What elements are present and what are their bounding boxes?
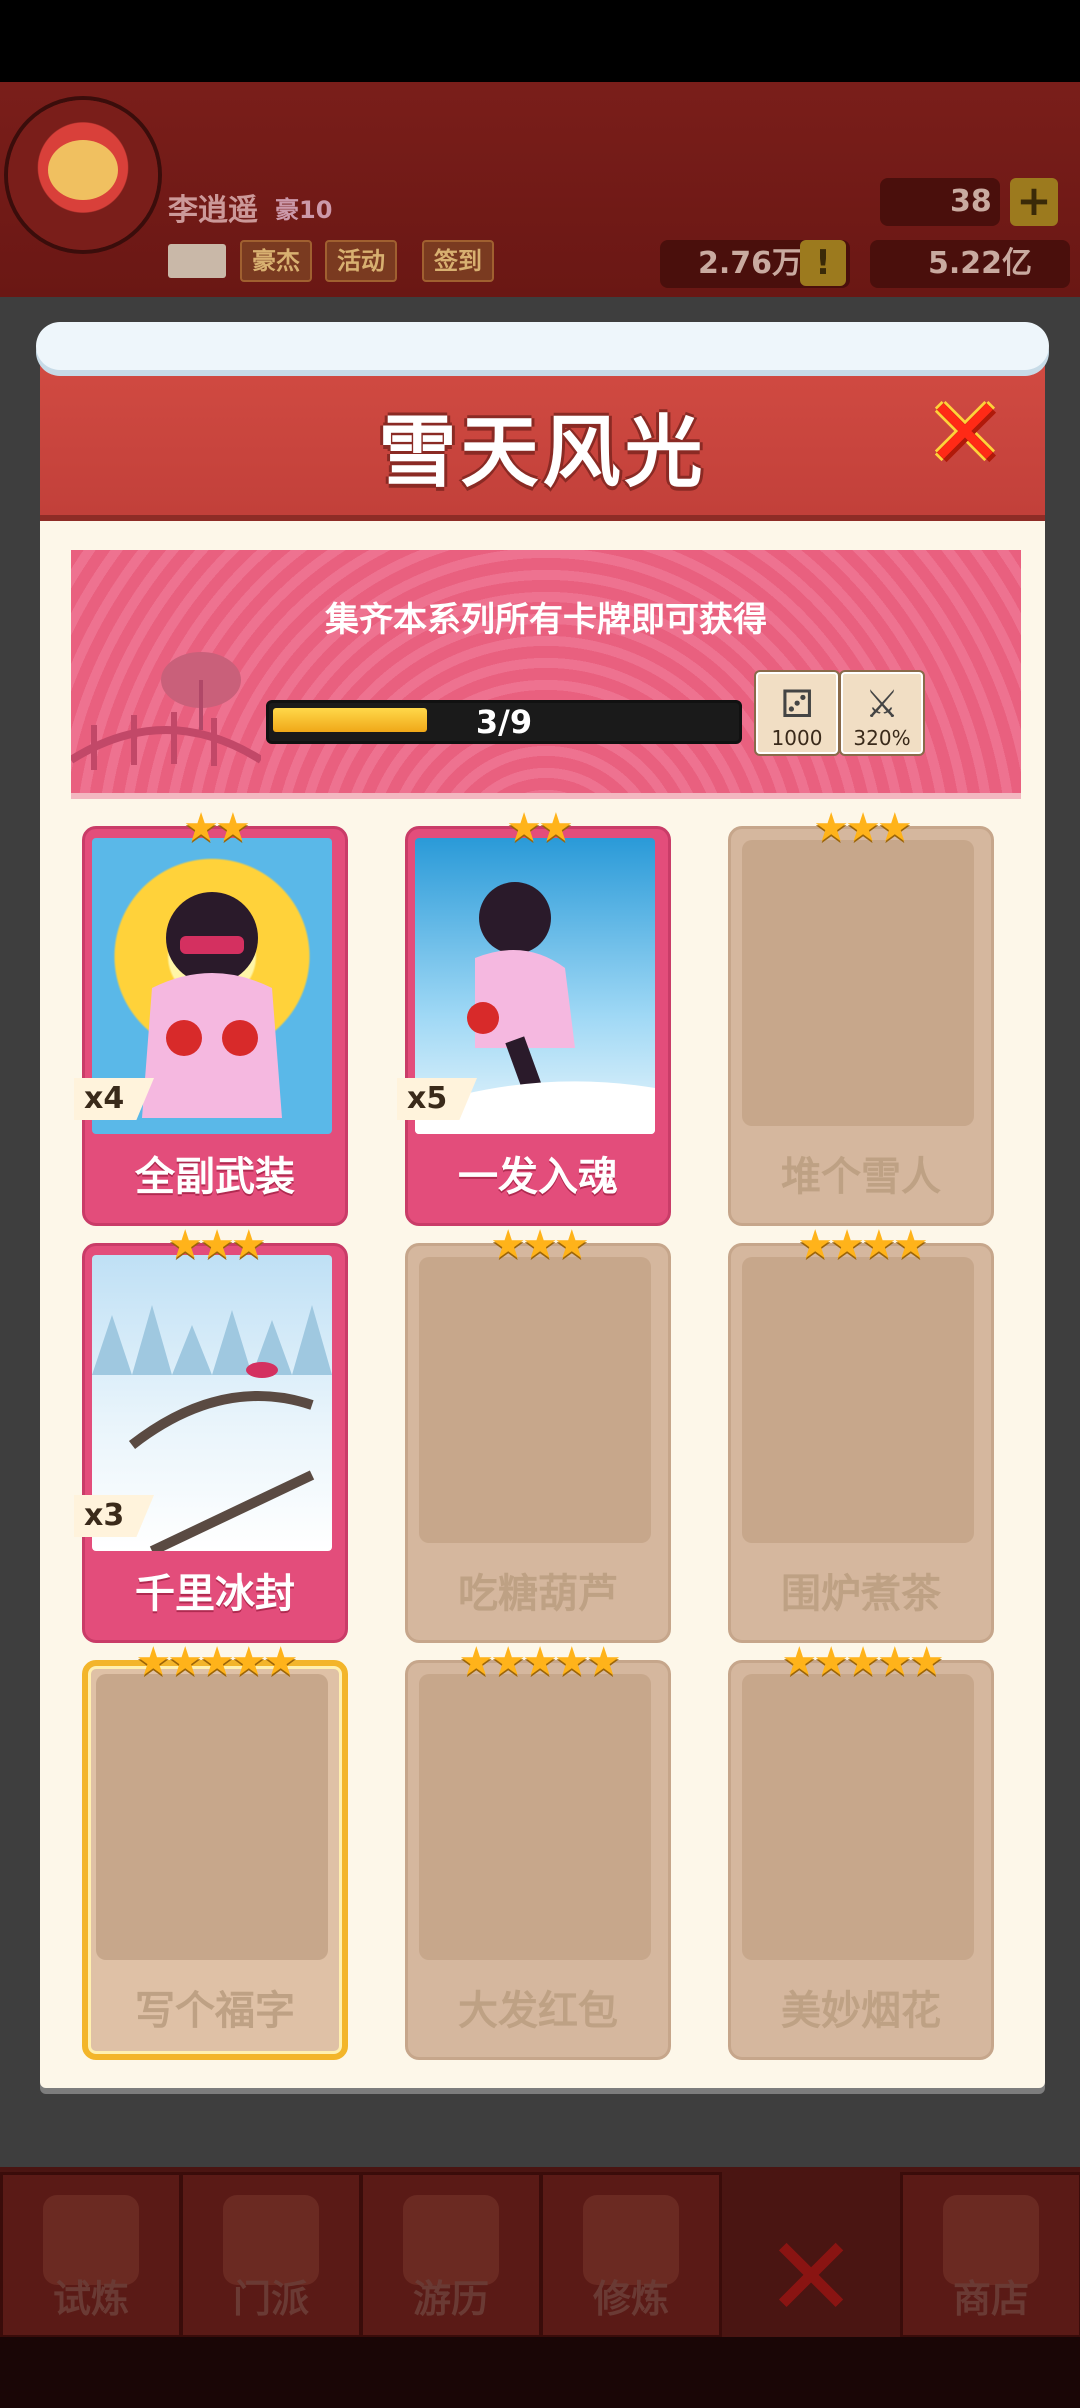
collection-progress-bar: 3/9	[266, 700, 742, 744]
heroes-button[interactable]: 豪杰	[240, 240, 312, 282]
card-6[interactable]: 写个福字 ★★★★★	[82, 1640, 348, 2060]
nav-label: 商店	[952, 2277, 1029, 2321]
card-art-placeholder	[742, 840, 974, 1126]
card-7[interactable]: 大发红包 ★★★★★	[405, 1640, 671, 2060]
card-name: 全副武装	[135, 1154, 295, 1200]
card-name: 堆个雪人	[781, 1154, 941, 1200]
nav-label: 修炼	[592, 2277, 669, 2321]
dice-icon: ⚂	[780, 682, 814, 726]
card-0[interactable]: x4 全副武装 ★★	[74, 806, 348, 1226]
card-collection-modal: 雪天风光 ✕ 集齐本系列所有卡牌即可获得 3/9 ⚂ 1000 ⚔ 320% x…	[36, 322, 1049, 2088]
avatar-face	[48, 140, 118, 200]
snow-decoration	[36, 322, 1049, 370]
card-stars: ★★★	[167, 1222, 267, 1268]
card-name: 围炉煮茶	[781, 1571, 941, 1617]
card-8[interactable]: 美妙烟花 ★★★★★	[728, 1640, 994, 2060]
card-3[interactable]: x3 千里冰封 ★★★	[74, 1223, 348, 1643]
card-stars: ★★★★★	[458, 1639, 621, 1685]
power-alert-button[interactable]: !	[800, 240, 846, 286]
card-art-placeholder	[419, 1674, 651, 1960]
card-name: 写个福字	[135, 1988, 295, 2034]
mail-icon[interactable]	[168, 244, 226, 278]
card-name: 一发入魂	[458, 1154, 618, 1200]
gem-counter: 38	[880, 178, 1000, 226]
modal-header: 雪天风光 ✕	[36, 322, 1049, 521]
card-stars: ★★★★	[797, 1222, 928, 1268]
nav-close-icon[interactable]: ✕	[765, 2222, 857, 2332]
bottom-bar	[0, 2337, 1080, 2408]
checkin-button[interactable]: 签到	[422, 240, 494, 282]
card-art-placeholder	[419, 1257, 651, 1543]
card-stars: ★★★	[490, 1222, 590, 1268]
sword-icon: ⚔	[864, 682, 900, 726]
card-1[interactable]: x5 一发入魂 ★★	[397, 806, 671, 1226]
reward-label: 320%	[853, 726, 911, 750]
collection-banner: 集齐本系列所有卡牌即可获得 3/9 ⚂ 1000 ⚔ 320%	[71, 550, 1021, 799]
card-stars: ★★★★★	[135, 1639, 298, 1685]
player-level: 豪10	[275, 196, 333, 224]
card-stars: ★★★★★	[781, 1639, 944, 1685]
card-stars: ★★★	[813, 805, 913, 851]
nav-tab-cultivate[interactable]: 修炼	[540, 2172, 722, 2338]
nav-tab-sect[interactable]: 门派	[180, 2172, 362, 2338]
card-2[interactable]: 堆个雪人 ★★★	[728, 806, 994, 1226]
close-icon[interactable]: ✕	[920, 385, 1010, 481]
card-stars: ★★	[506, 805, 574, 851]
gem-count: 38	[950, 184, 992, 219]
progress-text: 3/9	[475, 703, 533, 741]
nav-tab-travel[interactable]: 游历	[360, 2172, 542, 2338]
player-avatar[interactable]	[8, 100, 158, 250]
status-bar	[0, 0, 1080, 82]
modal-title: 雪天风光	[378, 408, 707, 498]
card-art-placeholder	[742, 1257, 974, 1543]
add-gems-button[interactable]: +	[1010, 178, 1058, 226]
nav-label: 门派	[232, 2277, 309, 2321]
bridge-umbrella-icon	[71, 652, 261, 770]
card-name: 千里冰封	[135, 1571, 295, 1617]
power-value: 2.76万	[698, 246, 803, 281]
reward-dice[interactable]: ⚂ 1000	[756, 672, 838, 754]
nav-label: 游历	[412, 2277, 489, 2321]
card-name: 大发红包	[458, 1988, 618, 2034]
card-name: 美妙烟花	[781, 1988, 941, 2034]
card-art-placeholder	[742, 1674, 974, 1960]
nav-tab-shop[interactable]: 商店	[900, 2172, 1080, 2338]
nav-label: 试炼	[52, 2277, 129, 2321]
activity-button[interactable]: 活动	[325, 240, 397, 282]
banner-text: 集齐本系列所有卡牌即可获得	[325, 600, 767, 640]
player-name: 李逍遥	[168, 193, 258, 228]
card-art-placeholder	[96, 1674, 328, 1960]
card-stars: ★★	[183, 805, 251, 851]
card-name: 吃糖葫芦	[458, 1571, 618, 1617]
coin-value: 5.22亿	[928, 246, 1033, 281]
reward-sword[interactable]: ⚔ 320%	[841, 672, 923, 754]
card-5[interactable]: 围炉煮茶 ★★★★	[728, 1223, 994, 1643]
card-4[interactable]: 吃糖葫芦 ★★★	[405, 1223, 671, 1643]
coin-counter: 5.22亿	[870, 240, 1070, 288]
nav-tab-trial[interactable]: 试炼	[0, 2172, 182, 2338]
reward-label: 1000	[771, 726, 823, 750]
